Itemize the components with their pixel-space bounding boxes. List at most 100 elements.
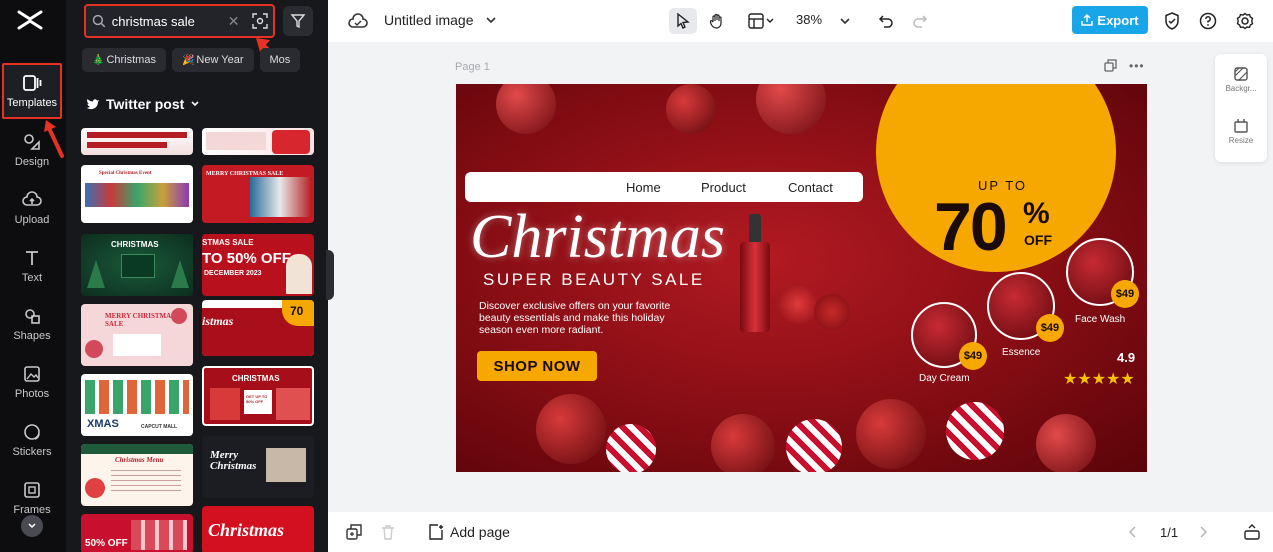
pages-panel-icon bbox=[1244, 524, 1260, 540]
ornament bbox=[711, 414, 775, 472]
background-button[interactable]: Backgr... bbox=[1215, 66, 1267, 93]
help-icon bbox=[1199, 12, 1217, 30]
shop-now-button: SHOP NOW bbox=[477, 351, 597, 381]
price-badge: $49 bbox=[959, 342, 987, 370]
zoom-level[interactable]: 38% bbox=[796, 12, 822, 27]
shield-button[interactable] bbox=[1158, 8, 1186, 34]
search-box: ✕ bbox=[84, 4, 275, 38]
cloud-save-button[interactable] bbox=[344, 8, 372, 34]
templates-icon bbox=[23, 75, 42, 91]
select-tool[interactable] bbox=[669, 8, 697, 34]
ornament bbox=[496, 84, 556, 134]
design-nav-bar: Home Product Contact bbox=[465, 172, 863, 202]
rail-more-button[interactable] bbox=[21, 515, 43, 537]
ornament bbox=[666, 84, 716, 134]
hand-tool[interactable] bbox=[703, 8, 731, 34]
help-button[interactable] bbox=[1194, 8, 1222, 34]
percent-sign: % bbox=[1023, 197, 1050, 230]
template-thumbnail[interactable]: Christmas bbox=[202, 506, 314, 552]
bottle-cap bbox=[749, 214, 761, 244]
template-thumbnail[interactable]: Special Christmas Event bbox=[81, 165, 193, 223]
template-thumbnail[interactable]: STMAS SALE TO 50% OFF DECEMBER 2023 bbox=[202, 234, 314, 296]
left-rail: Templates Design Upload Text Shapes Phot… bbox=[0, 0, 66, 552]
bottom-bar: Add page 1/1 bbox=[328, 512, 1273, 552]
chip-more[interactable]: Mos bbox=[259, 48, 301, 72]
next-page-icon[interactable] bbox=[1198, 526, 1208, 538]
product-label: Essence bbox=[1002, 347, 1041, 358]
nav-contact: Contact bbox=[788, 180, 833, 195]
clear-search-icon[interactable]: ✕ bbox=[228, 13, 240, 30]
template-thumbnail[interactable]: Christmas Menu bbox=[81, 444, 193, 506]
filter-button[interactable] bbox=[283, 6, 313, 36]
add-page-button[interactable]: Add page bbox=[428, 524, 510, 540]
rail-stickers[interactable]: Stickers bbox=[2, 412, 62, 468]
rail-label: Text bbox=[21, 272, 43, 284]
upload-cloud-icon bbox=[22, 191, 42, 206]
chevron-down-icon bbox=[191, 101, 199, 107]
candy-ornament bbox=[606, 424, 656, 472]
image-search-icon bbox=[252, 13, 268, 29]
duplicate-button[interactable] bbox=[340, 519, 368, 545]
page-tools: ••• bbox=[1104, 59, 1145, 73]
templates-panel: ✕ 🎄Christmas 🎉New Year Mos Twitter post bbox=[66, 0, 328, 552]
layout-icon bbox=[748, 13, 774, 29]
document-title[interactable]: Untitled image bbox=[384, 12, 497, 28]
ornament bbox=[536, 394, 606, 464]
template-thumbnail[interactable]: XMAS CAPCUT MALL bbox=[81, 374, 193, 436]
search-input[interactable] bbox=[111, 13, 224, 29]
zoom-dropdown[interactable] bbox=[831, 8, 859, 34]
chip-christmas[interactable]: 🎄 Christmas bbox=[82, 48, 166, 72]
image-search-button[interactable] bbox=[247, 8, 273, 34]
rail-templates[interactable]: Templates bbox=[2, 63, 62, 119]
twitter-bird-icon bbox=[86, 99, 99, 110]
chevron-down-icon bbox=[486, 17, 496, 24]
redo-button[interactable] bbox=[906, 8, 934, 34]
template-thumbnail[interactable]: MERRY CHRISTMAS SALE bbox=[202, 165, 314, 223]
ornament bbox=[856, 399, 926, 469]
category-label: Twitter post bbox=[106, 96, 185, 112]
price-badge: $49 bbox=[1111, 280, 1139, 308]
template-thumbnail[interactable]: Merry Christmas bbox=[202, 436, 314, 498]
template-thumbnail[interactable]: MERRY CHRISTMAS SALE bbox=[81, 304, 193, 366]
rail-upload[interactable]: Upload bbox=[2, 180, 62, 236]
design-artboard[interactable]: UP TO 70 % OFF Home Product Contact Chri… bbox=[456, 84, 1147, 472]
shapes-icon bbox=[25, 309, 40, 324]
rail-label: Stickers bbox=[12, 446, 52, 458]
product-label: Face Wash bbox=[1075, 314, 1126, 325]
rail-photos[interactable]: Photos bbox=[2, 354, 62, 410]
ornament bbox=[756, 84, 826, 134]
prev-page-icon[interactable] bbox=[1128, 526, 1138, 538]
template-thumbnail[interactable] bbox=[202, 128, 314, 155]
template-thumbnail[interactable]: CHRISTMAS bbox=[81, 234, 193, 296]
rail-text[interactable]: Text bbox=[2, 238, 62, 294]
subheadline: SUPER BEAUTY SALE bbox=[483, 270, 705, 289]
design-icon bbox=[24, 134, 40, 150]
rail-label: Templates bbox=[6, 97, 58, 109]
page-label: Page 1 bbox=[455, 61, 490, 73]
rail-label: Photos bbox=[14, 388, 50, 400]
duplicate-icon bbox=[346, 524, 362, 540]
rail-shapes[interactable]: Shapes bbox=[2, 296, 62, 352]
pages-panel-button[interactable] bbox=[1238, 519, 1266, 545]
export-button[interactable]: Export bbox=[1072, 6, 1148, 34]
category-dropdown[interactable]: Twitter post bbox=[86, 96, 200, 112]
template-thumbnail[interactable]: 50% OFF bbox=[81, 514, 193, 552]
frames-icon bbox=[24, 482, 40, 498]
undo-button[interactable] bbox=[872, 8, 900, 34]
price-badge: $49 bbox=[1036, 314, 1064, 342]
product-label: Day Cream bbox=[919, 373, 970, 384]
nav-home: Home bbox=[626, 180, 661, 195]
resize-button[interactable]: Resize bbox=[1215, 118, 1267, 145]
settings-button[interactable] bbox=[1231, 8, 1259, 34]
delete-button[interactable] bbox=[374, 519, 402, 545]
layout-dropdown[interactable] bbox=[741, 8, 781, 34]
template-thumbnail[interactable]: istmas 70 bbox=[202, 300, 314, 356]
chip-new-year[interactable]: 🎉 New Year bbox=[171, 48, 254, 72]
panel-collapse-handle[interactable] bbox=[326, 250, 334, 300]
duplicate-page-icon[interactable] bbox=[1104, 59, 1117, 72]
chevron-down-icon bbox=[28, 523, 36, 529]
template-thumbnail[interactable]: CHRISTMAS GET UP TO 50% OFF bbox=[202, 366, 314, 426]
pomegranate bbox=[814, 294, 850, 330]
template-thumbnail[interactable] bbox=[81, 128, 193, 155]
more-options-icon[interactable]: ••• bbox=[1129, 59, 1145, 73]
